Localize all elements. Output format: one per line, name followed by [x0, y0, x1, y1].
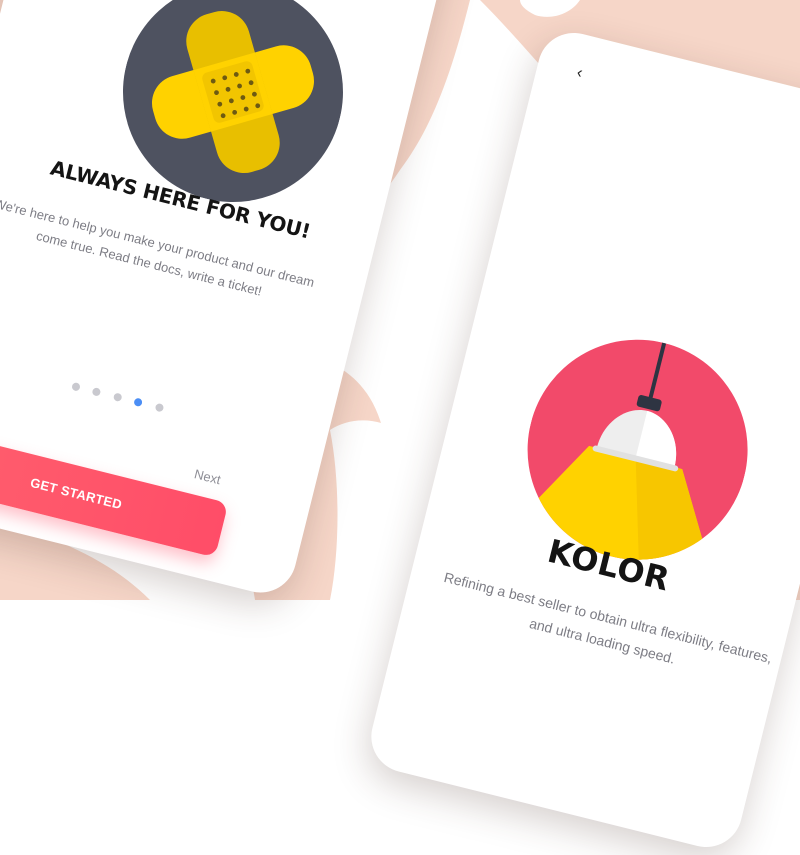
pagination-dot[interactable] [92, 386, 102, 397]
pagination-dot[interactable] [154, 402, 165, 413]
pagination-dot[interactable] [112, 392, 123, 402]
pagination-dot-active[interactable] [133, 397, 144, 408]
next-button[interactable]: Next [193, 466, 223, 487]
chevron-left-icon[interactable]: ‹ [575, 64, 584, 83]
pagination-dots [71, 377, 190, 418]
pagination-dot[interactable] [71, 381, 81, 392]
